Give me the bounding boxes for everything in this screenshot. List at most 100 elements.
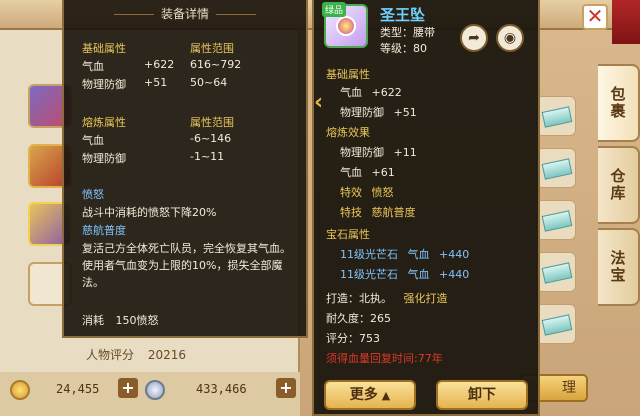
base-attr-row: 气血 +622 616~792: [82, 58, 241, 74]
refine-attr-header: 熔炼属性 属性范围: [82, 114, 234, 130]
character-score: 人物评分 20216: [86, 346, 286, 363]
bag-cell[interactable]: [536, 148, 576, 188]
skill-name: 慈航普度: [82, 224, 126, 237]
item-type: 类型：腰带: [380, 26, 435, 39]
attr-value: +51: [144, 76, 168, 89]
attr-range: 50~64: [190, 76, 228, 89]
prev-arrow-icon[interactable]: ‹: [314, 92, 328, 114]
item-effect: 特效 愤怒: [340, 184, 394, 200]
item-score: 评分：753: [326, 332, 380, 345]
scroll-item-icon: [541, 158, 573, 180]
attr-range: 616~792: [190, 58, 242, 71]
refine-range-label: 属性范围: [190, 116, 234, 129]
skill-cost: 消耗 150愤怒: [82, 312, 159, 328]
attr-name: 物理防御: [340, 106, 384, 119]
attr-value: +622: [144, 58, 175, 71]
gem-row: 11级光芒石 气血 +440: [340, 246, 469, 262]
eye-icon[interactable]: ◉: [496, 24, 524, 52]
item-base-header: 基础属性: [326, 68, 370, 81]
gem-header: 宝石属性: [326, 228, 370, 241]
detail-title: 装备详情: [64, 4, 306, 24]
maker-extra: 强化打造: [403, 292, 448, 305]
maker-label: 打造：北执。: [326, 292, 392, 305]
character-score-label: 人物评分: [86, 348, 135, 362]
item-base-row: 气血 +622: [340, 84, 402, 100]
item-name: 圣王坠: [380, 6, 426, 24]
base-attr-label: 基础属性: [82, 42, 126, 55]
character-score-value: 20216: [147, 348, 187, 362]
scroll-item-icon: [541, 106, 573, 128]
attr-name: 物理防御: [82, 78, 126, 91]
gem-name: 11级光芒石: [340, 248, 398, 261]
gem-row: 11级光芒石 气血 +440: [340, 266, 469, 282]
skill-value: 慈航普度: [371, 206, 416, 219]
item-refine-row: 气血 +61: [340, 164, 395, 180]
add-silver-button[interactable]: +: [276, 378, 296, 398]
bag-cell[interactable]: [536, 304, 576, 344]
scroll-item-icon: [541, 262, 573, 284]
attr-name: 气血: [82, 60, 104, 73]
share-icon[interactable]: ➦: [460, 24, 488, 52]
silver-amount: 433,466: [196, 382, 247, 396]
pendant-icon: [336, 16, 356, 36]
item-refine-header: 熔炼效果: [326, 126, 370, 139]
base-attr-header: 基础属性 属性范围: [82, 40, 234, 56]
equipment-detail-panel: 装备详情 基础属性 属性范围 气血 +622 616~792 物理防御 +51 …: [62, 0, 308, 338]
flag-decoration: [612, 0, 640, 44]
unequip-button[interactable]: 卸下: [436, 380, 528, 410]
item-quality-badge: 绿品: [322, 2, 347, 17]
bag-cell[interactable]: [536, 252, 576, 292]
tab-warehouse[interactable]: 仓库: [598, 146, 640, 224]
attr-name: 物理防御: [340, 146, 384, 159]
base-range-label: 属性范围: [190, 42, 234, 55]
gold-amount: 24,455: [56, 382, 100, 396]
tab-bag[interactable]: 包裹: [598, 64, 640, 142]
chevron-up-icon: ▲: [381, 389, 391, 402]
item-refine-row: 物理防御 +11: [340, 144, 417, 160]
attr-value: +622: [371, 86, 402, 99]
tab-treasure[interactable]: 法宝: [598, 228, 640, 306]
item-base-row: 物理防御 +51: [340, 104, 417, 120]
gem-attr-name: 气血: [407, 268, 430, 281]
refine-attr-row: 物理防御 -1~11: [82, 150, 224, 166]
attr-range: -1~11: [190, 150, 225, 163]
anger-header: 愤怒: [82, 188, 104, 201]
item-maker: 打造：北执。 强化打造: [326, 290, 448, 306]
item-level: 等级：80: [380, 42, 427, 55]
add-gold-button[interactable]: +: [118, 378, 138, 398]
refine-attr-row: 气血 -6~146: [82, 132, 231, 148]
attr-value: +11: [393, 146, 417, 159]
base-attr-row: 物理防御 +51 50~64: [82, 76, 227, 92]
skill-description: 复活己方全体死亡队员，完全恢复其气血。使用者气血变为上限的10%，损失全部魔法。: [82, 242, 291, 289]
attr-value: +51: [393, 106, 417, 119]
attr-name: 气血: [82, 134, 104, 147]
close-icon[interactable]: ✕: [582, 4, 608, 30]
gold-coin-icon: [10, 380, 30, 400]
attr-name: 物理防御: [82, 152, 126, 165]
gem-attr-value: +440: [439, 268, 470, 281]
gem-name: 11级光芒石: [340, 268, 398, 281]
attr-name: 气血: [340, 86, 362, 99]
gem-attr-name: 气血: [407, 248, 430, 261]
attr-range: -6~146: [190, 132, 232, 145]
anger-description: 战斗中消耗的愤怒下降20%: [82, 206, 217, 219]
attr-value: +61: [371, 166, 395, 179]
item-skill: 特技 慈航普度: [340, 204, 416, 220]
more-button-label: 更多: [349, 387, 378, 403]
refine-attr-label: 熔炼属性: [82, 116, 126, 129]
item-info-panel: 绿品 圣王坠 类型：腰带 等级：80 ➦ ◉ ‹ 基础属性 气血 +622 物理…: [312, 0, 540, 416]
item-warning: 须得血量回复时间:77年: [326, 352, 443, 365]
scroll-item-icon: [541, 210, 573, 232]
effect-value: 愤怒: [371, 186, 394, 199]
effect-label: 特效: [340, 186, 362, 199]
more-button[interactable]: 更多 ▲: [324, 380, 416, 410]
scroll-item-icon: [541, 314, 573, 336]
cost-value: 150愤怒: [115, 314, 159, 327]
silver-coin-icon: [145, 380, 165, 400]
bag-cell[interactable]: [536, 96, 576, 136]
cost-label: 消耗: [82, 314, 104, 327]
gem-attr-value: +440: [439, 248, 470, 261]
item-durability: 耐久度：265: [326, 312, 391, 325]
bag-cell[interactable]: [536, 200, 576, 240]
item-icon: 绿品: [322, 2, 368, 48]
